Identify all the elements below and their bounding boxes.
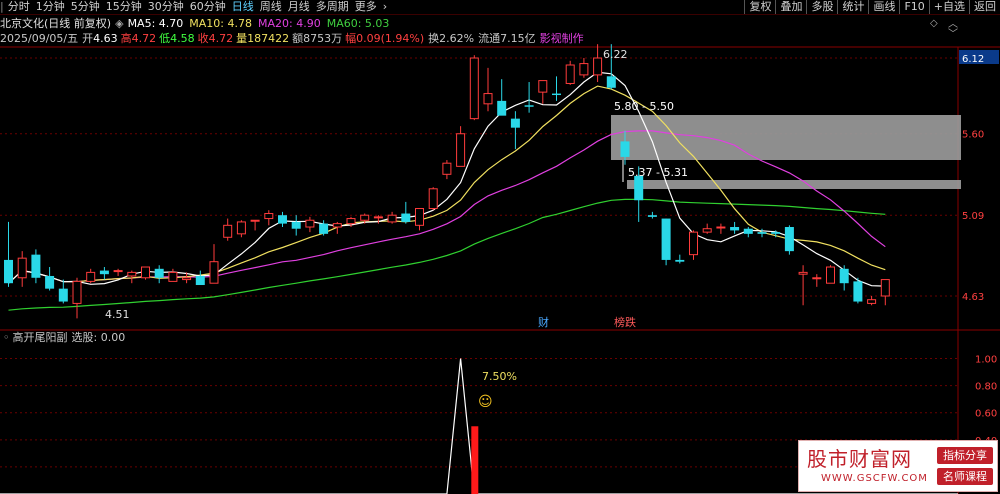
candle-body-up xyxy=(428,188,438,210)
candle-body-up xyxy=(182,277,192,281)
high-price-label: 6.22 xyxy=(603,48,628,61)
candle-body-up xyxy=(880,279,890,297)
smile-icon: ☺ xyxy=(478,394,493,410)
candle-body-up xyxy=(72,280,82,304)
candle-body-up xyxy=(538,80,548,93)
candle-body-up xyxy=(360,214,370,221)
candle-body-up xyxy=(86,271,96,282)
candle-body-down xyxy=(524,105,534,107)
zone-upper-label: 5.80 - 5.50 xyxy=(614,100,674,113)
price-axis-label: 6.12 xyxy=(962,54,984,65)
candle-body-down xyxy=(319,223,329,234)
candle-body-up xyxy=(469,57,479,120)
zone-lower-label: 5.37 - 5.31 xyxy=(628,166,688,179)
candle-body-down xyxy=(757,232,767,234)
candle-body-down xyxy=(45,275,55,289)
candle-body-down xyxy=(606,76,616,88)
candle-body-up xyxy=(17,257,27,279)
indicator-axis-label: 0.60 xyxy=(975,409,997,420)
candle-body-down xyxy=(401,213,411,222)
candle-body-down xyxy=(99,270,109,275)
candle-body-up xyxy=(456,133,466,167)
indicator-axis-label: 0.80 xyxy=(975,382,997,393)
candle-body-down xyxy=(278,215,287,224)
candle-body-up xyxy=(346,218,356,225)
candle-body-up xyxy=(209,261,219,284)
candle-body-down xyxy=(675,259,685,262)
resistance-zone-upper xyxy=(611,115,961,160)
watermark-title: 股市财富网 xyxy=(807,447,912,471)
candle-body-up xyxy=(415,208,424,226)
candle-body-down xyxy=(552,93,561,96)
candle-body-down xyxy=(743,228,753,234)
candle-body-up xyxy=(387,214,397,223)
indicator-peak-label: 7.50% xyxy=(482,370,517,383)
indicator-signal-bar xyxy=(471,426,479,494)
candle-body-up xyxy=(332,223,342,228)
watermark-url: WWW.GSCFW.COM xyxy=(821,473,928,484)
candle-body-down xyxy=(4,259,13,284)
candle-body-up xyxy=(798,271,808,275)
candle-body-down xyxy=(497,100,507,116)
candle-body-up xyxy=(689,231,698,256)
price-axis-label: 5.09 xyxy=(962,211,984,222)
candle-body-up xyxy=(264,213,274,220)
event-drop-marker[interactable]: 榜跌 xyxy=(614,315,636,329)
watermark-logo: 股市财富网 WWW.GSCFW.COM 指标分享 名师课程 xyxy=(798,440,998,492)
candle-body-up xyxy=(223,224,233,238)
candle-body-up xyxy=(716,226,726,229)
candle-body-up xyxy=(867,299,877,304)
candle-body-up xyxy=(373,216,383,219)
candle-body-up xyxy=(593,57,603,76)
candle-body-down xyxy=(31,254,41,278)
candle-body-up xyxy=(113,270,123,273)
candle-body-up xyxy=(127,271,137,277)
candle-body-down xyxy=(771,232,781,234)
candle-body-down xyxy=(620,141,630,157)
candle-body-up xyxy=(826,266,835,284)
candle-body-up xyxy=(305,219,315,228)
candle-body-down xyxy=(510,118,520,128)
candle-body-up xyxy=(168,271,178,282)
candle-body-down xyxy=(291,221,301,229)
price-axis-label: 4.63 xyxy=(962,292,984,303)
candle-body-down xyxy=(784,227,794,252)
candle-body-up xyxy=(442,162,452,175)
watermark-tag-share: 指标分享 xyxy=(937,447,993,464)
price-axis-label: 5.60 xyxy=(962,130,984,141)
candle-body-down xyxy=(634,175,644,201)
candle-body-up xyxy=(812,277,822,280)
watermark-tag-course: 名师课程 xyxy=(937,468,993,485)
candle-body-up xyxy=(565,64,575,84)
candle-body-up xyxy=(141,266,150,279)
kline-chart: 6.22 4.51 5.80 - 5.50 5.37 - 5.31 财 榜跌 6… xyxy=(0,44,1000,494)
low-price-label: 4.51 xyxy=(105,308,130,321)
event-finance-marker[interactable]: 财 xyxy=(538,315,549,329)
candle-body-up xyxy=(483,93,493,105)
candle-body-down xyxy=(58,288,68,302)
candle-body-up xyxy=(579,63,589,76)
candle-body-down xyxy=(195,275,205,286)
candle-body-up xyxy=(702,228,712,233)
candle-body-up xyxy=(250,219,260,222)
candle-body-up xyxy=(236,221,246,235)
ma5-line xyxy=(8,71,886,287)
candle-body-down xyxy=(661,218,671,260)
ma60-line xyxy=(8,198,886,311)
indicator-axis-label: 1.00 xyxy=(975,355,997,366)
candle-body-down xyxy=(853,281,863,302)
candle-body-down xyxy=(730,227,740,231)
resistance-zone-lower xyxy=(627,180,961,189)
candle-body-down xyxy=(647,215,657,217)
candle-body-down xyxy=(839,268,849,284)
candle-body-down xyxy=(154,268,164,278)
price-axis: 6.12 5.60 5.09 4.63 xyxy=(959,50,999,303)
